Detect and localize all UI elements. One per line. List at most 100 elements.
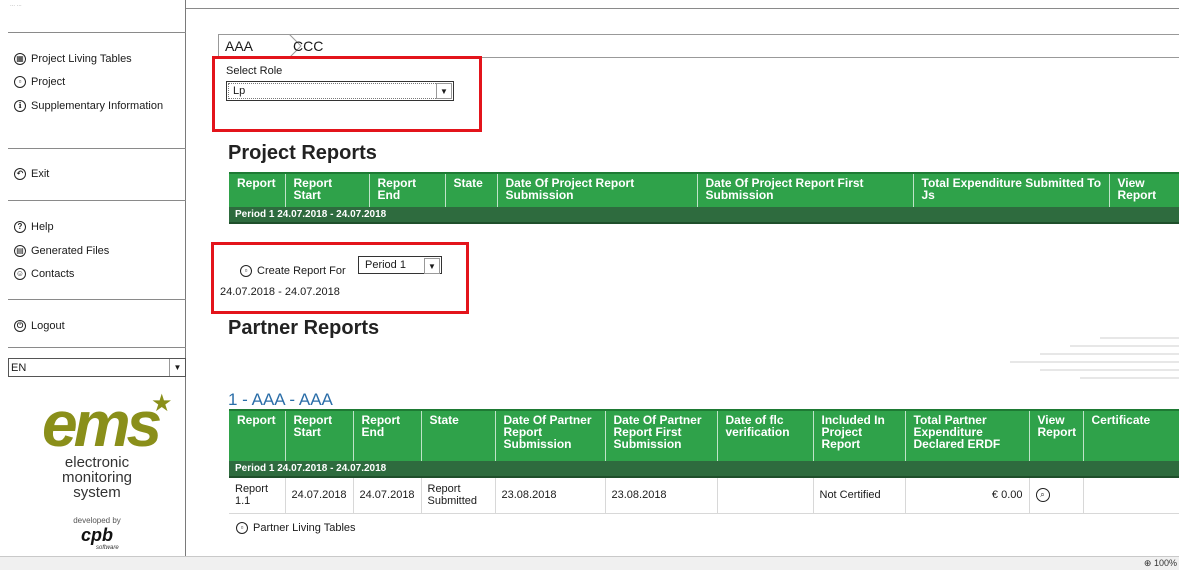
sidebar-divider — [8, 200, 186, 201]
sidebar-item-label: Contacts — [31, 268, 75, 280]
period-row: Period 1 24.07.2018 - 24.07.2018 — [229, 207, 1179, 224]
state-cell: Report Submitted — [421, 477, 496, 514]
zoom-value: 100% — [1153, 558, 1177, 568]
column-header: Report — [229, 172, 286, 207]
sidebar-item-label: Project Living Tables — [31, 53, 132, 65]
status-bar: ⊕ 100% — [0, 556, 1179, 570]
window-title: ... ... — [10, 2, 22, 8]
first-submission-cell: 23.08.2018 — [605, 477, 718, 514]
column-header: Date Of Project Report Submission — [497, 172, 698, 207]
period-label: Period 1 24.07.2018 - 24.07.2018 — [229, 207, 1179, 224]
info-icon: ℹ — [14, 100, 26, 112]
language-value: EN — [11, 361, 27, 374]
create-report-dates: 24.07.2018 - 24.07.2018 — [220, 286, 340, 298]
chevron-down-icon[interactable]: ▼ — [169, 359, 185, 376]
sidebar-item-label: Logout — [31, 320, 65, 332]
table-header-row: Report Report Start Report End State Dat… — [229, 409, 1179, 461]
document-icon: ▫ — [236, 522, 248, 534]
period-value: Period 1 — [365, 259, 406, 271]
sidebar-item-project[interactable]: ▫ Project — [14, 73, 65, 91]
decorative-lines — [1010, 337, 1179, 379]
certificate-cell — [1083, 477, 1179, 514]
column-header: Report Start — [285, 172, 370, 207]
magnifier-icon[interactable]: ⌕ — [1035, 488, 1050, 503]
create-report-button[interactable]: ▫ Create Report For — [240, 265, 346, 277]
column-header: Total Expenditure Submitted To Js — [913, 172, 1110, 207]
chevron-down-icon[interactable]: ▼ — [424, 258, 440, 274]
logo-line: system — [73, 484, 121, 501]
help-icon: ? — [14, 221, 26, 233]
sidebar-item-project-living-tables[interactable]: ▦ Project Living Tables — [14, 50, 132, 68]
submission-cell: 23.08.2018 — [495, 477, 606, 514]
report-cell: Report 1.1 — [229, 477, 286, 514]
sidebar-item-label: Generated Files — [31, 245, 110, 257]
column-header: Total Partner Expenditure Declared ERDF — [905, 409, 1030, 461]
sidebar: ... ... ▦ Project Living Tables ▫ Projec… — [8, 0, 186, 556]
partner-reports-title: Partner Reports — [228, 317, 380, 339]
sidebar-divider — [8, 148, 186, 149]
logo-line: electronic — [64, 454, 130, 471]
column-header: Report Start — [285, 409, 354, 461]
contacts-icon: ☺ — [14, 268, 26, 280]
project-reports-table: Report Report Start Report End State Dat… — [229, 172, 1179, 224]
column-header: View Report — [1109, 172, 1179, 207]
breadcrumb-item[interactable]: AAA — [219, 38, 267, 54]
sidebar-item-logout[interactable]: ⏻ Logout — [14, 317, 65, 335]
start-cell: 24.07.2018 — [285, 477, 354, 514]
company-logo: cpb — [80, 525, 113, 545]
flc-cell — [717, 477, 814, 514]
period-label: Period 1 24.07.2018 - 24.07.2018 — [229, 461, 1179, 478]
end-cell: 24.07.2018 — [353, 477, 422, 514]
column-header: Included In Project Report — [813, 409, 906, 461]
column-header: State — [421, 409, 496, 461]
column-header: Date Of Project Report First Submission — [697, 172, 914, 207]
logo-line: monitoring — [61, 469, 133, 486]
project-icon: ▫ — [14, 76, 26, 88]
logo-brand: ems — [42, 388, 162, 460]
table-icon: ▦ — [14, 53, 26, 65]
table-header-row: Report Report Start Report End State Dat… — [229, 172, 1179, 207]
power-icon: ⏻ — [14, 320, 26, 332]
sidebar-item-label: Help — [31, 221, 54, 233]
period-select[interactable]: Period 1 ▼ — [358, 256, 442, 274]
sidebar-item-generated-files[interactable]: ▤ Generated Files — [14, 242, 109, 260]
project-reports-title: Project Reports — [228, 142, 377, 164]
sidebar-divider — [8, 347, 186, 348]
included-cell: Not Certified — [813, 477, 906, 514]
period-row: Period 1 24.07.2018 - 24.07.2018 — [229, 461, 1179, 478]
chevron-down-icon[interactable]: ▼ — [436, 83, 452, 99]
zoom-level[interactable]: ⊕ 100% — [1144, 558, 1177, 569]
sidebar-divider — [8, 32, 186, 33]
total-cell: € 0.00 — [905, 477, 1030, 514]
files-icon: ▤ — [14, 245, 26, 257]
column-header: Date Of Partner Report Submission — [495, 409, 606, 461]
partner-section-title[interactable]: 1 - AAA - AAA — [228, 390, 333, 410]
breadcrumb-item[interactable]: CCC — [287, 38, 337, 54]
sidebar-item-exit[interactable]: ↶ Exit — [14, 165, 49, 183]
column-header: View Report — [1029, 409, 1084, 461]
sidebar-item-label: Exit — [31, 168, 50, 180]
partner-living-tables-link[interactable]: ▫ Partner Living Tables — [236, 522, 356, 534]
role-value: Lp — [233, 85, 246, 97]
column-header: Date of flc verification — [717, 409, 814, 461]
language-select[interactable]: EN ▼ — [8, 358, 186, 377]
sidebar-item-contacts[interactable]: ☺ Contacts — [14, 265, 74, 283]
column-header: Report — [229, 409, 286, 461]
column-header: Certificate — [1083, 409, 1179, 461]
sidebar-item-help[interactable]: ? Help — [14, 218, 54, 236]
select-role-label: Select Role — [226, 65, 283, 77]
ems-logo: ems ★ electronic monitoring system devel… — [8, 388, 186, 556]
sidebar-item-supplementary-information[interactable]: ℹ Supplementary Information — [14, 97, 163, 115]
create-report-label: Create Report For — [257, 265, 346, 277]
column-header: Report End — [369, 172, 446, 207]
developed-by: developed by — [73, 516, 121, 525]
company-sub: software — [96, 545, 119, 551]
column-header: Date Of Partner Report First Submission — [605, 409, 718, 461]
star-icon: ★ — [151, 390, 173, 417]
highlight-box — [211, 242, 469, 314]
column-header: State — [445, 172, 498, 207]
sidebar-item-label: Project — [31, 76, 66, 88]
document-icon: ▫ — [240, 265, 252, 277]
role-select[interactable]: Lp ▼ — [226, 81, 454, 101]
breadcrumb: AAA CCC — [218, 34, 1179, 58]
